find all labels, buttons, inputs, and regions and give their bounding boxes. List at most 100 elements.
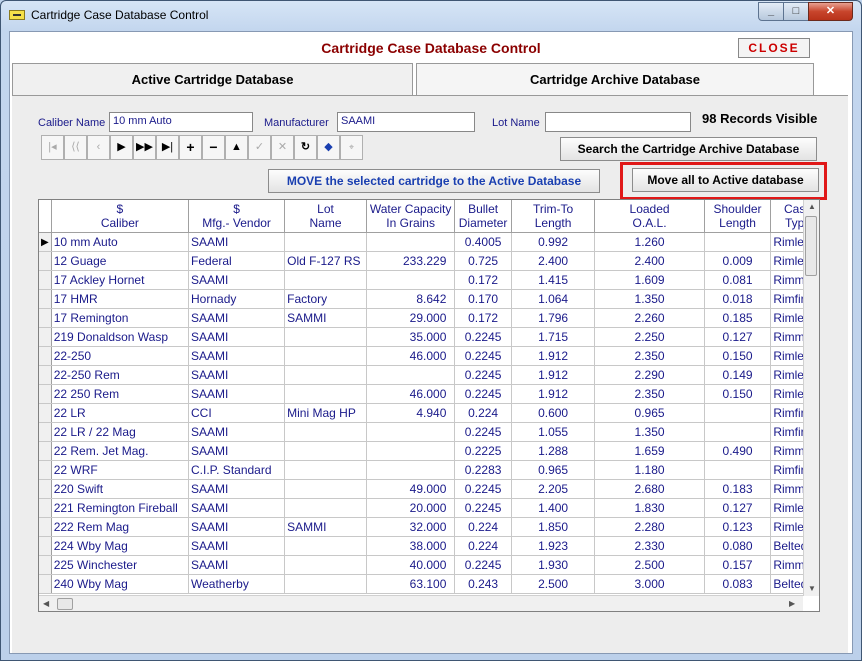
table-cell[interactable]: 0.2245	[454, 384, 512, 404]
table-cell[interactable]: 0.018	[704, 289, 772, 309]
move-selected-button[interactable]: MOVE the selected cartridge to the Activ…	[268, 169, 600, 193]
cancel-edit-icon[interactable]: ✕	[271, 135, 294, 160]
table-cell[interactable]: SAAMI	[188, 346, 286, 366]
table-cell[interactable]: 2.330	[594, 536, 705, 556]
table-cell[interactable]: CCI	[188, 403, 286, 423]
table-cell[interactable]	[366, 232, 456, 252]
table-cell[interactable]	[284, 365, 367, 385]
table-cell[interactable]: 0.2245	[454, 365, 512, 385]
table-row[interactable]: 12 Guage Federal Old F-127 RS 233.229 0.725 2…	[39, 251, 819, 271]
row-selector[interactable]	[39, 403, 52, 423]
table-cell[interactable]: Old F-127 RS	[284, 251, 367, 271]
table-cell[interactable]: SAAMI	[188, 308, 286, 328]
table-cell[interactable]: 0.080	[704, 536, 772, 556]
manufacturer-input[interactable]: SAAMI	[337, 112, 475, 132]
caliber-name-input[interactable]: 10 mm Auto	[109, 112, 253, 132]
table-row[interactable]: 22 250 Rem SAAMI 46.000 0.2245 1.912 2.350 0.1…	[39, 384, 819, 404]
table-cell[interactable]: 0.965	[511, 460, 596, 480]
table-cell[interactable]: 8.642	[366, 289, 456, 309]
row-selector[interactable]	[39, 460, 52, 480]
table-cell[interactable]: 0.2245	[454, 555, 512, 575]
next-record-icon[interactable]: ▶	[110, 135, 133, 160]
table-row[interactable]: 22-250 SAAMI 46.000 0.2245 1.912 2.350 0.150 Ri…	[39, 346, 819, 366]
table-cell[interactable]: 1.350	[594, 422, 705, 442]
row-selector[interactable]	[39, 270, 52, 290]
row-selector[interactable]	[39, 308, 52, 328]
row-selector[interactable]	[39, 422, 52, 442]
column-header[interactable]: Shoulder Length	[704, 200, 772, 233]
table-cell[interactable]: 29.000	[366, 308, 456, 328]
title-bar[interactable]: Cartridge Case Database Control _ □ ✕	[1, 1, 861, 31]
table-row[interactable]: 220 Swift SAAMI 49.000 0.2245 2.205 2.680 0.18…	[39, 479, 819, 499]
row-selector[interactable]	[39, 327, 52, 347]
table-cell[interactable]: 0.2283	[454, 460, 512, 480]
last-record-icon[interactable]: ▶|	[156, 135, 179, 160]
column-header[interactable]: Loaded O.A.L.	[594, 200, 705, 233]
table-cell[interactable]	[366, 270, 456, 290]
table-cell[interactable]: SAAMI	[188, 498, 286, 518]
table-cell[interactable]: SAAMI	[188, 384, 286, 404]
table-cell[interactable]: Federal	[188, 251, 286, 271]
table-cell[interactable]: 2.500	[511, 574, 596, 594]
table-cell[interactable]: 221 Remington Fireball	[51, 498, 190, 518]
table-cell[interactable]: 0.127	[704, 327, 772, 347]
table-cell[interactable]: SAAMI	[188, 441, 286, 461]
table-row[interactable]: 224 Wby Mag SAAMI 38.000 0.224 1.923 2.330 0.0…	[39, 536, 819, 556]
table-cell[interactable]	[284, 422, 367, 442]
table-cell[interactable]	[366, 422, 456, 442]
scroll-left-icon[interactable]: ◀	[43, 599, 49, 608]
scroll-right-icon[interactable]: ▶	[789, 599, 795, 608]
post-edit-icon[interactable]: ✓	[248, 135, 271, 160]
table-cell[interactable]: SAAMI	[188, 232, 286, 252]
table-cell[interactable]: 0.992	[511, 232, 596, 252]
table-row[interactable]: 22-250 Rem SAAMI 0.2245 1.912 2.290 0.149 Riml…	[39, 365, 819, 385]
table-cell[interactable]: 1.609	[594, 270, 705, 290]
table-cell[interactable]: SAMMI	[284, 517, 367, 537]
table-cell[interactable]: 2.350	[594, 346, 705, 366]
table-cell[interactable]: 22 LR	[51, 403, 190, 423]
table-cell[interactable]: 2.250	[594, 327, 705, 347]
table-cell[interactable]: 17 Remington	[51, 308, 190, 328]
table-cell[interactable]: 2.680	[594, 479, 705, 499]
table-cell[interactable]: 46.000	[366, 346, 456, 366]
table-cell[interactable]: SAAMI	[188, 555, 286, 575]
prior-page-icon[interactable]: ⟨⟨	[64, 135, 87, 160]
table-cell[interactable]: 10 mm Auto	[51, 232, 190, 252]
table-cell[interactable]: 0.149	[704, 365, 772, 385]
table-cell[interactable]: 0.081	[704, 270, 772, 290]
table-cell[interactable]: 0.127	[704, 498, 772, 518]
table-cell[interactable]: 0.2245	[454, 422, 512, 442]
column-header[interactable]: Bullet Diameter	[454, 200, 512, 233]
table-cell[interactable]: Factory	[284, 289, 367, 309]
table-cell[interactable]: 17 Ackley Hornet	[51, 270, 190, 290]
table-cell[interactable]: 22 Rem. Jet Mag.	[51, 441, 190, 461]
table-cell[interactable]: 1.796	[511, 308, 596, 328]
minimize-button[interactable]: _	[758, 2, 784, 21]
table-cell[interactable]: 0.725	[454, 251, 512, 271]
table-cell[interactable]: 233.229	[366, 251, 456, 271]
table-cell[interactable]: 22-250 Rem	[51, 365, 190, 385]
table-cell[interactable]	[284, 270, 367, 290]
table-cell[interactable]	[284, 327, 367, 347]
table-cell[interactable]: SAAMI	[188, 536, 286, 556]
table-cell[interactable]: 0.183	[704, 479, 772, 499]
table-cell[interactable]: 2.400	[511, 251, 596, 271]
table-cell[interactable]: 1.064	[511, 289, 596, 309]
table-cell[interactable]: 1.850	[511, 517, 596, 537]
table-cell[interactable]: 0.2225	[454, 441, 512, 461]
table-cell[interactable]: 0.123	[704, 517, 772, 537]
table-cell[interactable]: 20.000	[366, 498, 456, 518]
column-header[interactable]: $ Mfg.- Vendor	[188, 200, 286, 233]
table-cell[interactable]: 22-250	[51, 346, 190, 366]
row-selector[interactable]	[39, 365, 52, 385]
table-cell[interactable]: SAAMI	[188, 479, 286, 499]
row-selector[interactable]	[39, 441, 52, 461]
row-selector[interactable]	[39, 555, 52, 575]
table-cell[interactable]	[284, 479, 367, 499]
table-cell[interactable]	[366, 460, 456, 480]
row-selector[interactable]	[39, 498, 52, 518]
table-cell[interactable]: 1.912	[511, 365, 596, 385]
table-cell[interactable]: 46.000	[366, 384, 456, 404]
table-row[interactable]: 225 Winchester SAAMI 40.000 0.2245 1.930 2.50…	[39, 555, 819, 575]
column-header[interactable]: Trim-To Length	[511, 200, 596, 233]
